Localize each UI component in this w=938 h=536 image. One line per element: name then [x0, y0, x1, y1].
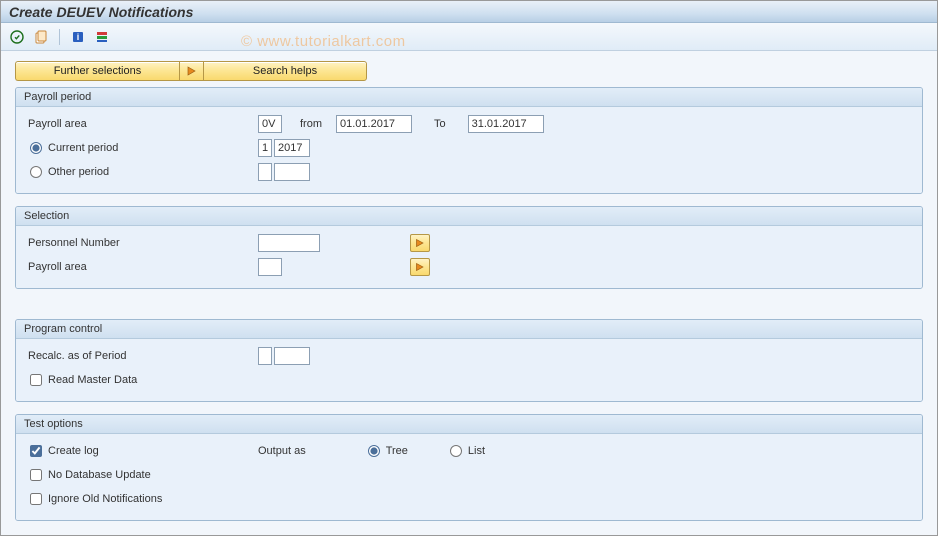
- from-label: from: [300, 118, 322, 130]
- to-date-input[interactable]: [468, 115, 544, 133]
- toolbar-separator: [59, 29, 60, 45]
- read-master-data-label: Read Master Data: [48, 374, 137, 386]
- current-period-num-input[interactable]: [258, 139, 272, 157]
- output-list-radio[interactable]: [450, 445, 462, 457]
- recalc-num-input[interactable]: [258, 347, 272, 365]
- to-label: To: [434, 118, 446, 130]
- group-header-payroll-period: Payroll period: [16, 88, 922, 107]
- arrow-right-icon: [186, 65, 198, 77]
- selection-payroll-area-input[interactable]: [258, 258, 282, 276]
- output-tree-radio[interactable]: [368, 445, 380, 457]
- other-period-label: Other period: [48, 166, 109, 178]
- other-period-num-input[interactable]: [258, 163, 272, 181]
- group-header-program-control: Program control: [16, 320, 922, 339]
- svg-text:i: i: [77, 32, 80, 42]
- current-period-label: Current period: [48, 142, 118, 154]
- create-log-checkbox[interactable]: [30, 445, 42, 457]
- ignore-old-option[interactable]: Ignore Old Notifications: [28, 493, 258, 505]
- group-header-selection: Selection: [16, 207, 922, 226]
- app-toolbar: i: [1, 23, 937, 51]
- current-period-year-input[interactable]: [274, 139, 310, 157]
- payroll-area-multiple-button[interactable]: [410, 258, 430, 276]
- read-master-data-checkbox[interactable]: [30, 374, 42, 386]
- info-icon[interactable]: i: [68, 27, 88, 47]
- selection-payroll-area-label: Payroll area: [28, 261, 258, 273]
- search-helps-icon-button[interactable]: [179, 61, 203, 81]
- create-log-option[interactable]: Create log: [28, 445, 258, 457]
- group-test-options: Test options Create log Output as Tree L…: [15, 414, 923, 521]
- other-period-radio[interactable]: [30, 166, 42, 178]
- arrow-right-icon: [415, 262, 425, 272]
- content-area: Further selections Search helps Payroll …: [1, 51, 937, 531]
- payroll-area-label: Payroll area: [28, 118, 258, 130]
- recalc-year-input[interactable]: [274, 347, 310, 365]
- output-tree-option[interactable]: Tree: [368, 445, 408, 457]
- group-program-control: Program control Recalc. as of Period Rea…: [15, 319, 923, 402]
- no-db-update-option[interactable]: No Database Update: [28, 469, 258, 481]
- other-period-year-input[interactable]: [274, 163, 310, 181]
- further-selections-button[interactable]: Further selections: [15, 61, 179, 81]
- group-payroll-period: Payroll period Payroll area from To Curr…: [15, 87, 923, 194]
- group-header-test-options: Test options: [16, 415, 922, 434]
- selection-buttons: Further selections Search helps: [15, 61, 923, 81]
- payroll-area-input[interactable]: [258, 115, 282, 133]
- variants-icon[interactable]: [92, 27, 112, 47]
- spacer: [15, 301, 923, 319]
- no-db-update-checkbox[interactable]: [30, 469, 42, 481]
- personnel-number-input[interactable]: [258, 234, 320, 252]
- current-period-option[interactable]: Current period: [28, 142, 258, 154]
- page-title: Create DEUEV Notifications: [1, 1, 937, 23]
- get-variant-icon[interactable]: [31, 27, 51, 47]
- other-period-option[interactable]: Other period: [28, 166, 258, 178]
- ignore-old-checkbox[interactable]: [30, 493, 42, 505]
- output-tree-label: Tree: [386, 445, 408, 457]
- execute-icon[interactable]: [7, 27, 27, 47]
- read-master-data-option[interactable]: Read Master Data: [28, 374, 258, 386]
- personnel-number-label: Personnel Number: [28, 237, 258, 249]
- no-db-update-label: No Database Update: [48, 469, 151, 481]
- arrow-right-icon: [415, 238, 425, 248]
- search-helps-button[interactable]: Search helps: [203, 61, 367, 81]
- output-list-option[interactable]: List: [450, 445, 485, 457]
- group-selection: Selection Personnel Number Payroll area: [15, 206, 923, 289]
- output-as-label: Output as: [258, 445, 306, 457]
- from-date-input[interactable]: [336, 115, 412, 133]
- personnel-number-multiple-button[interactable]: [410, 234, 430, 252]
- recalc-period-label: Recalc. as of Period: [28, 350, 258, 362]
- create-log-label: Create log: [48, 445, 99, 457]
- output-list-label: List: [468, 445, 485, 457]
- current-period-radio[interactable]: [30, 142, 42, 154]
- ignore-old-label: Ignore Old Notifications: [48, 493, 162, 505]
